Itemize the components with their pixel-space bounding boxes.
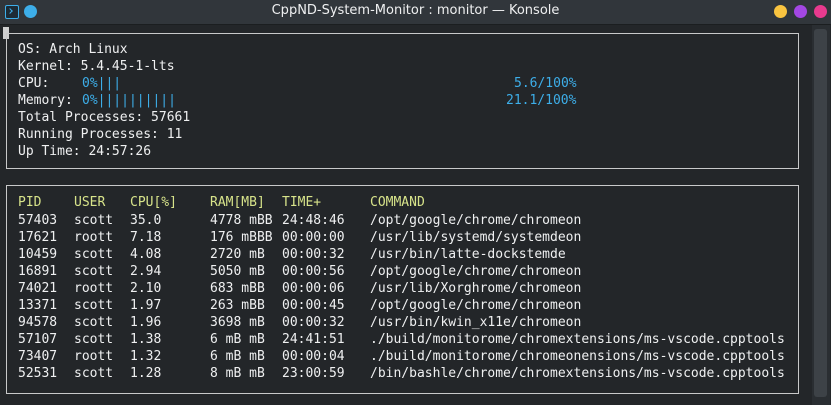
cell-time: 23:00:59 [282, 366, 345, 381]
window-title: CppND-System-Monitor : monitor — Konsole [271, 3, 560, 18]
cell-user: scott [74, 315, 114, 330]
maximize-button[interactable] [794, 5, 807, 18]
cell-command: /usr/lib/systemd/systemdeon [370, 230, 582, 245]
column-header-command: COMMAND [370, 195, 425, 210]
cell-ram: 5050 mB [210, 264, 265, 279]
os-line: OS: Arch Linux [18, 42, 128, 57]
cell-pid: 73407 [18, 349, 58, 364]
cell-user: scott [74, 247, 114, 262]
cell-cpu: 1.32 [130, 349, 162, 364]
cell-time: 00:00:32 [282, 247, 345, 262]
cell-cpu: 2.10 [130, 281, 162, 296]
running-processes-line: Running Processes: 11 [18, 127, 183, 142]
cell-pid: 13371 [18, 298, 58, 313]
window-titlebar: CppND-System-Monitor : monitor — Konsole [0, 0, 831, 25]
total-processes-line: Total Processes: 57661 [18, 110, 191, 125]
cell-cpu: 4.08 [130, 247, 162, 262]
cell-pid: 57107 [18, 332, 58, 347]
cpu-bar: 0%||| [82, 76, 122, 91]
cell-cpu: 1.28 [130, 366, 162, 381]
cell-ram: 3698 mB [210, 315, 265, 330]
cell-time: 00:00:04 [282, 349, 345, 364]
cell-cpu: 1.96 [130, 315, 162, 330]
cell-time: 24:48:46 [282, 213, 345, 228]
memory-value: 21.1/100% [506, 93, 577, 108]
memory-label: Memory: [18, 93, 73, 108]
cell-command: /bin/bashle/chrome/chromextensions/ms-vs… [370, 366, 785, 381]
cell-command: /opt/google/chrome/chromeon [370, 298, 582, 313]
cell-cpu: 1.38 [130, 332, 162, 347]
column-header-user: USER [74, 195, 106, 210]
cell-ram: 683 mBB [210, 281, 265, 296]
cell-ram: 4778 mBB [210, 213, 273, 228]
kernel-line: Kernel: 5.4.45-1-lts [18, 59, 175, 74]
cell-command: /usr/bin/latte-dockstemde [370, 247, 566, 262]
minimize-button[interactable] [774, 5, 787, 18]
cell-ram: 6 mB mB [210, 349, 265, 364]
cell-pid: 94578 [18, 315, 58, 330]
cell-pid: 16891 [18, 264, 58, 279]
cell-ram: 263 mBB [210, 298, 265, 313]
cell-command: /opt/google/chrome/chromeon [370, 213, 582, 228]
cell-command: ./build/monitorome/chromeonensions/ms-vs… [370, 349, 785, 364]
cell-user: roott [74, 230, 114, 245]
cell-cpu: 7.18 [130, 230, 162, 245]
uptime-line: Up Time: 24:57:26 [18, 144, 152, 159]
cell-time: 00:00:45 [282, 298, 345, 313]
cell-user: scott [74, 332, 114, 347]
cell-time: 00:00:06 [282, 281, 345, 296]
column-header-time: TIME+ [282, 195, 322, 210]
cell-pid: 52531 [18, 366, 58, 381]
cell-user: scott [74, 298, 114, 313]
close-button[interactable] [814, 5, 827, 18]
cell-command: ./build/monitorome/chromextensions/ms-vs… [370, 332, 785, 347]
cell-user: scott [74, 213, 114, 228]
cell-command: /usr/bin/kwin_x11e/chromeon [370, 315, 582, 330]
cell-pid: 57403 [18, 213, 58, 228]
cell-user: roott [74, 281, 114, 296]
cell-command: /opt/google/chrome/chromeon [370, 264, 582, 279]
cell-ram: 6 mB mB [210, 332, 265, 347]
cell-ram: 176 mBBB [210, 230, 273, 245]
cell-cpu: 1.97 [130, 298, 162, 313]
cell-cpu: 35.0 [130, 213, 162, 228]
memory-bar: 0%|||||||||| [82, 93, 176, 108]
cell-time: 00:00:00 [282, 230, 345, 245]
column-header-pid: PID [18, 195, 42, 210]
cell-time: 00:00:56 [282, 264, 345, 279]
cell-pid: 74021 [18, 281, 58, 296]
column-header-cpu: CPU[%] [130, 195, 177, 210]
cell-cpu: 2.94 [130, 264, 162, 279]
cell-user: scott [74, 366, 114, 381]
cell-time: 24:41:51 [282, 332, 345, 347]
cell-pid: 10459 [18, 247, 58, 262]
cell-ram: 8 mB mB [210, 366, 265, 381]
scrollbar-thumb[interactable] [814, 29, 827, 397]
terminal-area[interactable]: OS: Arch Linux Kernel: 5.4.45-1-lts CPU:… [0, 25, 831, 405]
cpu-value: 5.6/100% [514, 76, 577, 91]
cell-ram: 2720 mB [210, 247, 265, 262]
cell-command: /usr/lib/Xorghrome/chromeon [370, 281, 582, 296]
cpu-label: CPU: [18, 76, 50, 91]
cell-user: scott [74, 264, 114, 279]
cell-pid: 17621 [18, 230, 58, 245]
cell-time: 00:00:32 [282, 315, 345, 330]
column-header-ram: RAM[MB] [210, 195, 265, 210]
cell-user: roott [74, 349, 114, 364]
